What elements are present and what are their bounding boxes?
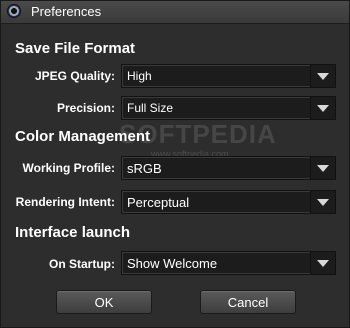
title-bar[interactable]: Preferences <box>1 1 349 24</box>
app-icon <box>7 4 21 18</box>
interface-launch-heading: Interface launch <box>15 224 131 241</box>
window-title: Preferences <box>31 4 102 19</box>
working-profile-select[interactable]: sRGB <box>121 156 336 180</box>
on-startup-value: Show Welcome <box>127 256 218 271</box>
precision-label: Precision: <box>56 101 115 115</box>
rendering-intent-value: Perceptual <box>127 195 190 210</box>
jpeg-quality-select[interactable]: High <box>121 64 336 88</box>
precision-select[interactable]: Full Size <box>121 96 336 120</box>
working-profile-value: sRGB <box>127 161 162 176</box>
jpeg-quality-dropdown-button[interactable] <box>310 65 335 87</box>
chevron-down-icon <box>317 198 329 206</box>
chevron-down-icon <box>317 72 329 80</box>
color-management-heading: Color Management <box>15 128 151 145</box>
working-profile-label: Working Profile: <box>22 161 115 175</box>
jpeg-quality-value: High <box>127 69 152 83</box>
on-startup-dropdown-button[interactable] <box>310 252 335 274</box>
rendering-intent-dropdown-button[interactable] <box>310 191 335 213</box>
jpeg-quality-label: JPEG Quality: <box>34 69 115 83</box>
preferences-dialog: Preferences Save File Format JPEG Qualit… <box>0 0 350 328</box>
save-file-format-heading: Save File Format <box>15 40 136 57</box>
precision-value: Full Size <box>127 101 174 115</box>
chevron-down-icon <box>317 164 329 172</box>
precision-dropdown-button[interactable] <box>310 97 335 119</box>
rendering-intent-select[interactable]: Perceptual <box>121 190 336 214</box>
cancel-button[interactable]: Cancel <box>200 290 296 314</box>
ok-button[interactable]: OK <box>56 290 152 314</box>
working-profile-dropdown-button[interactable] <box>310 157 335 179</box>
on-startup-select[interactable]: Show Welcome <box>121 251 336 275</box>
chevron-down-icon <box>317 259 329 267</box>
on-startup-label: On Startup: <box>49 257 115 271</box>
rendering-intent-label: Rendering Intent: <box>15 195 115 209</box>
chevron-down-icon <box>317 104 329 112</box>
